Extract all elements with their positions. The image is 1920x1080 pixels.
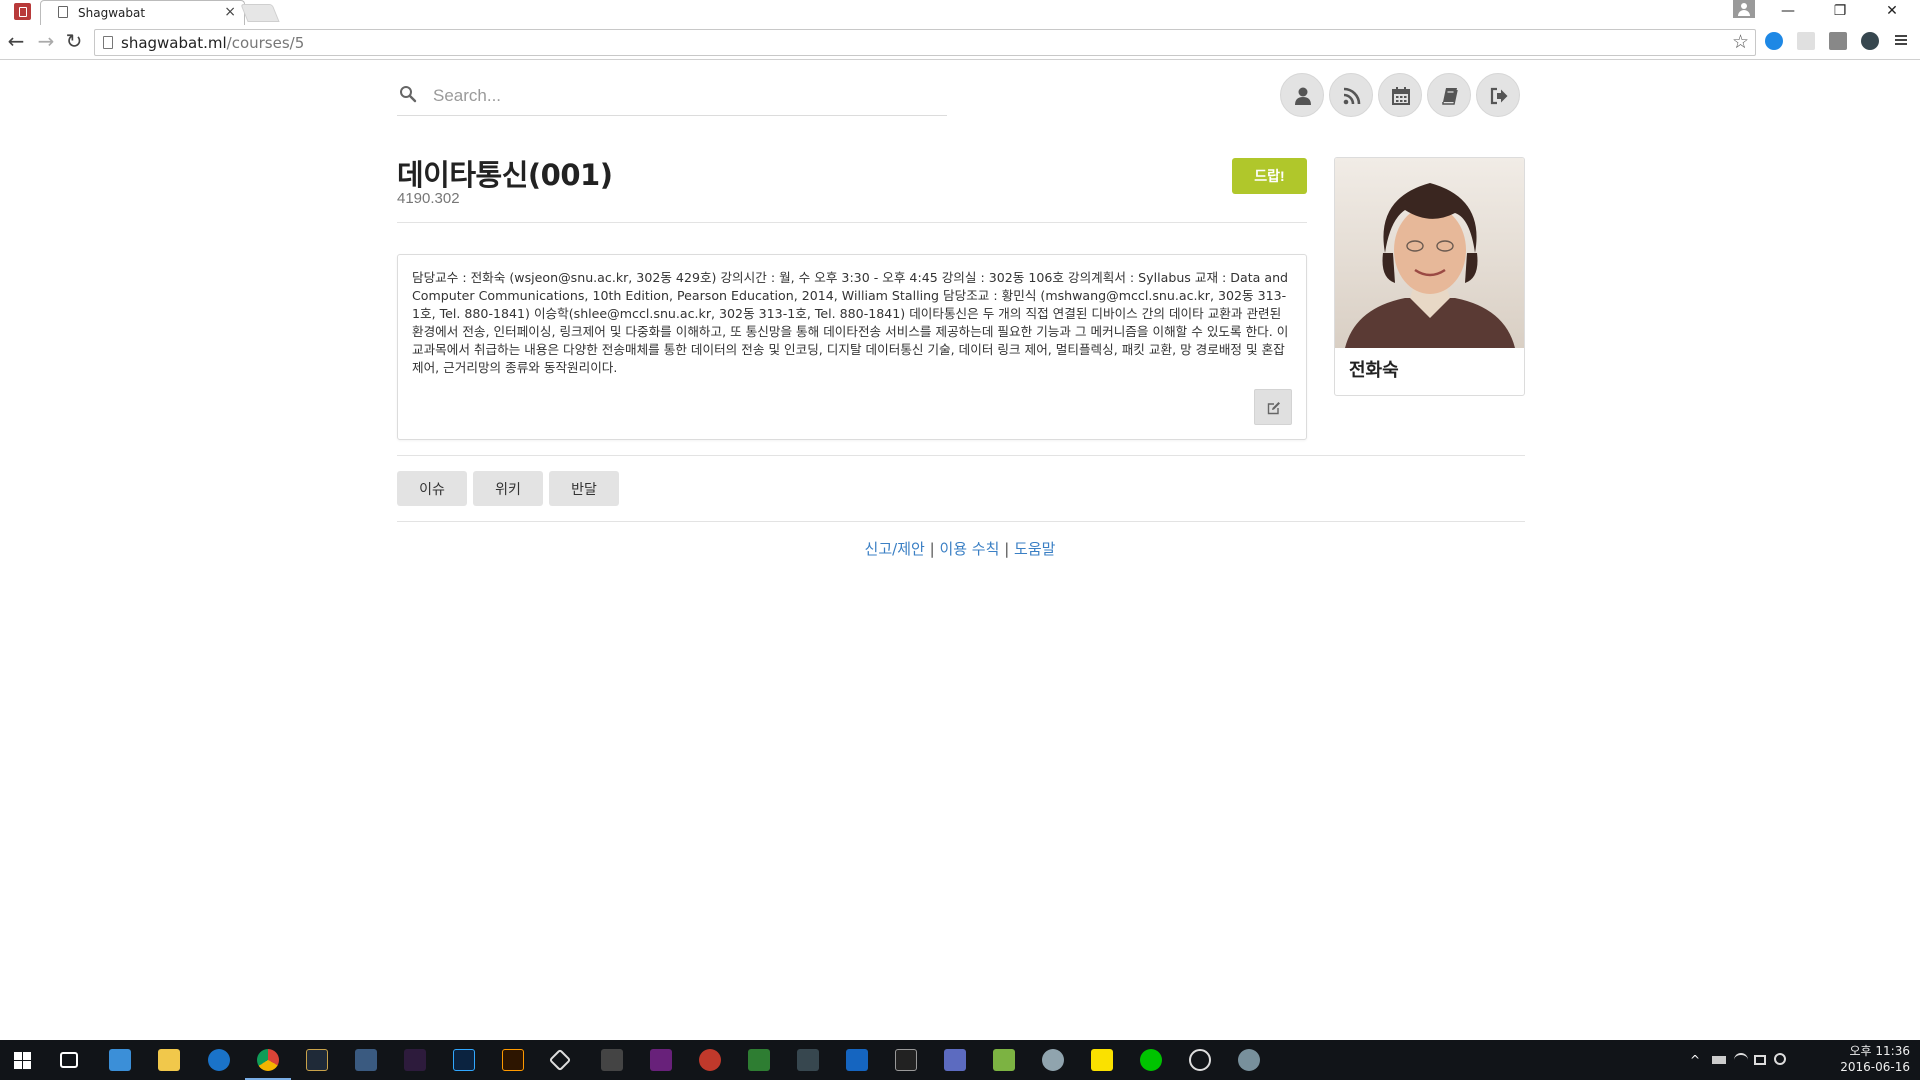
- tab-issues[interactable]: 이슈: [397, 471, 467, 506]
- app-icon[interactable]: [748, 1049, 770, 1071]
- tab-close-icon[interactable]: ×: [224, 4, 236, 20]
- profile-icon[interactable]: [1733, 0, 1755, 18]
- app-icon[interactable]: [846, 1049, 868, 1071]
- clock-time: 오후 11:36: [1849, 1044, 1910, 1058]
- file-explorer-icon[interactable]: [158, 1049, 180, 1071]
- edit-icon: [1267, 402, 1280, 415]
- starcraft-icon[interactable]: [355, 1049, 377, 1071]
- task-view-icon[interactable]: [60, 1052, 78, 1068]
- terms-link[interactable]: 이용 수칙: [939, 540, 999, 558]
- footer: 신고/제안 | 이용 수칙 | 도움말: [0, 538, 1920, 559]
- shield-extension-icon[interactable]: [1797, 32, 1815, 50]
- 3d-app-icon[interactable]: [548, 1048, 572, 1072]
- footer-separator: |: [929, 540, 935, 558]
- chrome-icon[interactable]: [257, 1049, 279, 1071]
- rss-icon: [1343, 87, 1361, 105]
- chevron-up-icon[interactable]: ^: [1690, 1053, 1704, 1067]
- tab-semester[interactable]: 반달: [549, 471, 619, 506]
- drop-course-button[interactable]: 드랍!: [1232, 158, 1307, 194]
- url-path: /courses/5: [226, 34, 305, 52]
- divider: [397, 455, 1525, 456]
- app-icon[interactable]: [797, 1049, 819, 1071]
- search-input[interactable]: [433, 82, 933, 110]
- course-description: 담당교수 : 전화숙 (wsjeon@snu.ac.kr, 302동 429호)…: [412, 270, 1289, 375]
- t-extension-icon[interactable]: [1829, 32, 1847, 50]
- url-text[interactable]: shagwabat.ml/courses/5: [121, 34, 304, 52]
- courses-button[interactable]: [1427, 73, 1471, 117]
- terminal-icon[interactable]: [895, 1049, 917, 1071]
- kakaotalk-icon[interactable]: [1091, 1049, 1113, 1071]
- logout-icon: [1490, 87, 1508, 105]
- calendar-icon: [1392, 87, 1410, 105]
- forward-button[interactable]: →: [35, 30, 57, 52]
- store-icon[interactable]: [109, 1049, 131, 1071]
- reload-button[interactable]: ↻: [63, 30, 85, 52]
- report-suggest-link[interactable]: 신고/제안: [865, 540, 925, 558]
- logout-button[interactable]: [1476, 73, 1520, 117]
- browser-tab[interactable]: Shagwabat ×: [40, 0, 245, 25]
- user-button[interactable]: [1280, 73, 1324, 117]
- book-icon: [1442, 88, 1458, 105]
- app-icon[interactable]: [944, 1049, 966, 1071]
- app-icon[interactable]: [993, 1049, 1015, 1071]
- tab-title: Shagwabat: [78, 6, 146, 20]
- browser-tabstrip: Shagwabat × — ❐ ✕: [0, 0, 1920, 25]
- browser-toolbar: ← → ↻ shagwabat.ml/courses/5 ☆: [0, 25, 1920, 60]
- address-bar[interactable]: shagwabat.ml/courses/5 ☆: [94, 29, 1756, 56]
- download-extension-icon[interactable]: [1765, 32, 1783, 50]
- close-window-button[interactable]: ✕: [1866, 0, 1918, 22]
- game-icon[interactable]: [404, 1049, 426, 1071]
- windows-start-icon[interactable]: [14, 1052, 32, 1069]
- new-tab-button[interactable]: [240, 4, 280, 22]
- chrome-menu-icon[interactable]: [1893, 32, 1911, 50]
- professor-photo: [1335, 158, 1524, 348]
- professor-name: 전화숙: [1349, 360, 1399, 381]
- clock-date: 2016-06-16: [1840, 1060, 1910, 1074]
- divider: [397, 222, 1307, 223]
- app-logo-icon[interactable]: [14, 3, 31, 20]
- page-icon: [58, 6, 68, 18]
- photoshop-icon[interactable]: [453, 1049, 475, 1071]
- help-link[interactable]: 도움말: [1014, 540, 1055, 558]
- wifi-icon[interactable]: [1734, 1053, 1748, 1067]
- restore-button[interactable]: ❐: [1814, 0, 1866, 22]
- page-info-icon[interactable]: [103, 36, 113, 49]
- divider: [397, 521, 1525, 522]
- edit-description-button[interactable]: [1254, 389, 1292, 425]
- windows-taskbar: ^ 오후 11:36 2016-06-16: [0, 1040, 1920, 1080]
- tab-wiki[interactable]: 위키: [473, 471, 543, 506]
- clock[interactable]: 오후 11:36 2016-06-16: [1820, 1043, 1910, 1075]
- app-icon[interactable]: [699, 1049, 721, 1071]
- notification-icon[interactable]: [1754, 1055, 1766, 1065]
- feed-button[interactable]: [1329, 73, 1373, 117]
- footer-separator: |: [1004, 540, 1010, 558]
- unity-icon[interactable]: [601, 1049, 623, 1071]
- back-button[interactable]: ←: [5, 30, 27, 52]
- calendar-button[interactable]: [1378, 73, 1422, 117]
- illustrator-icon[interactable]: [502, 1049, 524, 1071]
- line-icon[interactable]: [1140, 1049, 1162, 1071]
- search-icon: [400, 86, 417, 103]
- paint-icon[interactable]: [1238, 1049, 1260, 1071]
- course-code: 4190.302: [397, 190, 460, 207]
- course-description-box: 담당교수 : 전화숙 (wsjeon@snu.ac.kr, 302동 429호)…: [397, 254, 1307, 440]
- league-icon[interactable]: [306, 1049, 328, 1071]
- volume-icon[interactable]: [1774, 1053, 1786, 1065]
- system-tray: ^ 오후 11:36 2016-06-16: [1690, 1040, 1910, 1080]
- url-host: shagwabat.ml: [121, 34, 227, 52]
- app-icon[interactable]: [1189, 1049, 1211, 1071]
- search-bar: [397, 80, 947, 116]
- minimize-button[interactable]: —: [1762, 0, 1814, 22]
- circle-extension-icon[interactable]: [1861, 32, 1879, 50]
- edge-icon[interactable]: [208, 1049, 230, 1071]
- course-title: 데이타통신(001): [397, 158, 613, 192]
- app-icon[interactable]: [1042, 1049, 1064, 1071]
- battery-icon[interactable]: [1712, 1056, 1726, 1064]
- user-icon: [1295, 87, 1311, 105]
- professor-card[interactable]: 전화숙: [1334, 157, 1525, 396]
- visual-studio-icon[interactable]: [650, 1049, 672, 1071]
- bookmark-star-icon[interactable]: ☆: [1732, 31, 1749, 53]
